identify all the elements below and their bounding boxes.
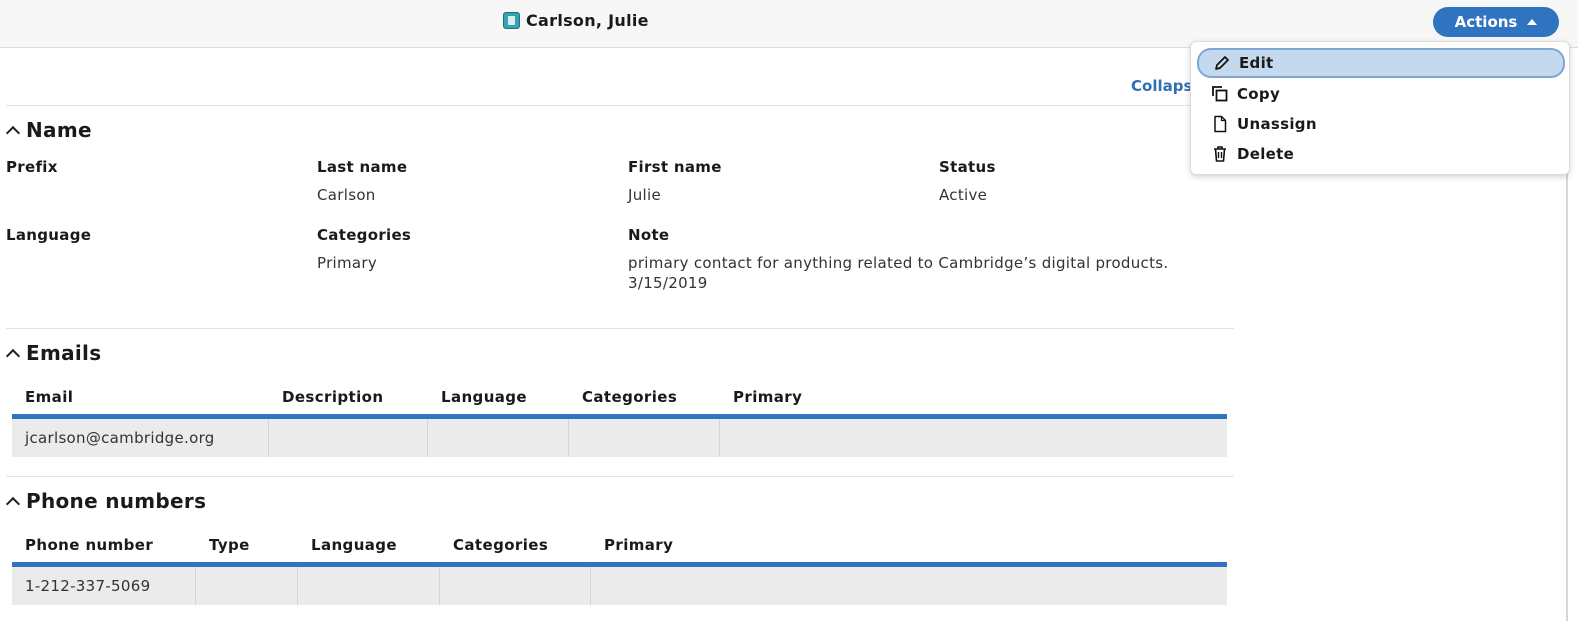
emails-section-toggle[interactable]: Emails (5, 341, 102, 365)
menu-item-unassign[interactable]: Unassign (1197, 109, 1565, 139)
table-cell: jcarlson@cambridge.org (12, 419, 269, 457)
column-header-phone-number[interactable]: Phone number (25, 536, 153, 554)
column-header-primary[interactable]: Primary (733, 388, 802, 406)
table-cell (298, 567, 440, 605)
emails-table: Email Description Language Categories Pr… (12, 384, 1227, 457)
trash-icon (1211, 145, 1229, 163)
column-header-language[interactable]: Language (311, 536, 397, 554)
table-cell (428, 419, 569, 457)
status-label: Status (939, 158, 996, 176)
column-header-categories[interactable]: Categories (453, 536, 548, 554)
table-cell (440, 567, 591, 605)
chevron-up-icon (5, 125, 21, 140)
pencil-icon (1213, 54, 1231, 72)
column-header-type[interactable]: Type (209, 536, 250, 554)
table-cell (720, 419, 1227, 457)
menu-item-copy[interactable]: Copy (1197, 79, 1565, 109)
categories-label: Categories (317, 226, 412, 244)
note-label: Note (628, 226, 670, 244)
menu-item-label: Delete (1237, 145, 1295, 163)
contact-icon (503, 12, 520, 29)
language-label: Language (6, 226, 92, 244)
menu-item-delete[interactable]: Delete (1197, 139, 1565, 169)
email-cell-value: jcarlson@cambridge.org (25, 429, 215, 447)
note-value-line2: 3/15/2019 (628, 274, 708, 292)
column-header-primary[interactable]: Primary (604, 536, 673, 554)
name-section-toggle[interactable]: Name (5, 118, 92, 142)
note-value-line1: primary contact for anything related to … (628, 254, 1169, 272)
menu-item-edit[interactable]: Edit (1197, 48, 1565, 78)
menu-item-label: Unassign (1237, 115, 1317, 133)
table-cell (591, 567, 1227, 605)
actions-button[interactable]: Actions (1433, 7, 1559, 37)
table-row[interactable]: 1-212-337-5069 (12, 567, 1227, 605)
phones-section-toggle[interactable]: Phone numbers (5, 489, 207, 513)
copy-icon (1211, 85, 1229, 103)
record-title: Carlson, Julie (503, 11, 649, 30)
column-header-categories[interactable]: Categories (582, 388, 677, 406)
divider (6, 476, 1234, 477)
categories-value: Primary (317, 254, 378, 272)
chevron-up-icon (5, 496, 21, 511)
actions-menu: Edit Copy Unassign Delete (1190, 41, 1570, 175)
status-value: Active (939, 186, 988, 204)
table-cell (569, 419, 720, 457)
actions-button-label: Actions (1454, 13, 1518, 31)
column-header-email[interactable]: Email (25, 388, 73, 406)
chevron-up-icon (5, 348, 21, 363)
name-section-title: Name (26, 118, 92, 142)
record-title-text: Carlson, Julie (526, 11, 649, 30)
collapse-all-link[interactable]: Collapse all (1131, 77, 1193, 95)
last-name-value: Carlson (317, 186, 376, 204)
divider (6, 105, 1234, 106)
table-cell (269, 419, 428, 457)
table-row[interactable]: jcarlson@cambridge.org (12, 419, 1227, 457)
emails-table-header: Email Description Language Categories Pr… (12, 384, 1227, 414)
caret-up-icon (1527, 19, 1538, 25)
column-header-language[interactable]: Language (441, 388, 527, 406)
last-name-label: Last name (317, 158, 408, 176)
phone-cell-value: 1-212-337-5069 (25, 577, 151, 595)
table-cell (196, 567, 298, 605)
phones-table-header: Phone number Type Language Categories Pr… (12, 532, 1227, 562)
prefix-label: Prefix (6, 158, 58, 176)
table-cell: 1-212-337-5069 (12, 567, 196, 605)
emails-section-title: Emails (26, 341, 102, 365)
first-name-label: First name (628, 158, 722, 176)
divider (6, 328, 1234, 329)
phones-section-title: Phone numbers (26, 489, 207, 513)
phones-table: Phone number Type Language Categories Pr… (12, 532, 1227, 605)
first-name-value: Julie (628, 186, 661, 204)
menu-item-label: Edit (1239, 54, 1274, 72)
document-icon (1211, 115, 1229, 133)
menu-item-label: Copy (1237, 85, 1281, 103)
column-header-description[interactable]: Description (282, 388, 383, 406)
